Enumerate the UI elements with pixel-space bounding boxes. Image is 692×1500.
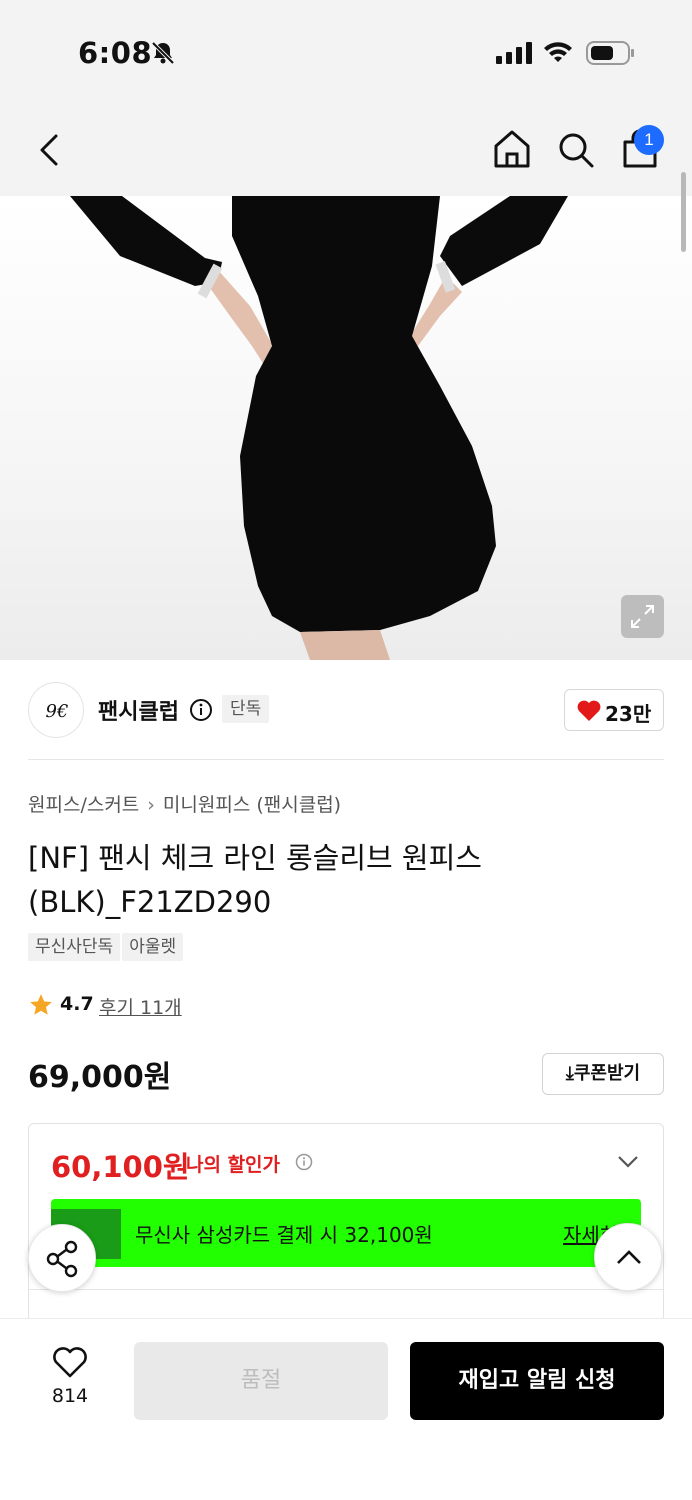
- coupon-button[interactable]: ⤓쿠폰받기: [542, 1053, 664, 1095]
- divider: [29, 1289, 663, 1290]
- product-tags: 무신사단독 아울렛: [28, 933, 185, 961]
- chevron-down-icon[interactable]: [617, 1154, 639, 1173]
- back-icon[interactable]: [34, 130, 68, 170]
- heart-outline-icon: [53, 1347, 87, 1378]
- image-scrollbar[interactable]: [681, 172, 686, 252]
- card-promo-text: 무신사 삼성카드 결제 시 32,100원: [135, 1223, 433, 1247]
- brand-logo-icon[interactable]: 9€: [28, 682, 84, 738]
- wishlist-button[interactable]: 814: [44, 1347, 96, 1407]
- status-bar: 6:08: [0, 0, 692, 100]
- restock-alert-button[interactable]: 재입고 알림 신청: [410, 1342, 664, 1420]
- product-image[interactable]: [0, 196, 692, 660]
- breadcrumb-subcategory[interactable]: 미니원피스 (팬시클럽): [163, 794, 341, 816]
- product-price: 69,000원: [28, 1060, 172, 1095]
- download-icon: ⤓: [565, 1063, 574, 1084]
- exclusive-badge: 단독: [222, 695, 270, 723]
- info-icon[interactable]: [295, 1153, 313, 1175]
- scroll-top-button[interactable]: [594, 1223, 662, 1291]
- brand-name[interactable]: 팬시클럽: [98, 694, 179, 726]
- card-promo-banner[interactable]: 무신사 삼성카드 결제 시 32,100원 자세히: [51, 1199, 641, 1267]
- chevron-right-icon: ›: [147, 794, 155, 816]
- brand-like-button[interactable]: 23만: [564, 689, 664, 731]
- top-nav-bar: [0, 100, 692, 196]
- star-icon: [28, 992, 54, 1022]
- status-time: 6:08: [78, 36, 153, 70]
- cart-badge: 1: [634, 125, 664, 155]
- bell-off-icon: [150, 40, 176, 70]
- info-icon[interactable]: [189, 698, 213, 726]
- share-icon: [46, 1240, 78, 1278]
- brand-like-count: 23만: [605, 702, 652, 726]
- battery-icon: [586, 40, 636, 70]
- product-title: [NF] 팬시 체크 라인 롱슬리브 원피스 (BLK)_F21ZD290: [28, 841, 482, 919]
- heart-filled-icon: [577, 700, 601, 726]
- search-icon[interactable]: [556, 130, 596, 174]
- wishlist-count: 814: [51, 1385, 89, 1407]
- divider: [28, 759, 664, 760]
- breadcrumb-category[interactable]: 원피스/스커트: [28, 794, 139, 816]
- tag-outlet: 아울렛: [122, 933, 184, 961]
- rating-score: 4.7: [60, 993, 94, 1015]
- expand-icon[interactable]: [621, 595, 664, 638]
- reviews-link[interactable]: 후기 11개: [99, 993, 182, 1020]
- tag-exclusive: 무신사단독: [28, 933, 121, 961]
- breadcrumb: 원피스/스커트 › 미니원피스 (팬시클럽): [28, 790, 341, 817]
- svg-text:9€: 9€: [46, 701, 69, 722]
- home-icon[interactable]: [492, 128, 532, 174]
- bottom-action-bar: 814 품절 재입고 알림 신청: [0, 1318, 692, 1500]
- my-discount-label: 나의 할인가: [186, 1154, 281, 1176]
- chevron-up-icon: [617, 1250, 641, 1264]
- my-discount-price: 60,100원: [51, 1150, 190, 1184]
- wifi-icon: [543, 40, 573, 68]
- share-button[interactable]: [28, 1224, 96, 1292]
- coupon-label: 쿠폰받기: [573, 1063, 641, 1084]
- signal-icon: [496, 42, 532, 68]
- soldout-button[interactable]: 품절: [134, 1342, 388, 1420]
